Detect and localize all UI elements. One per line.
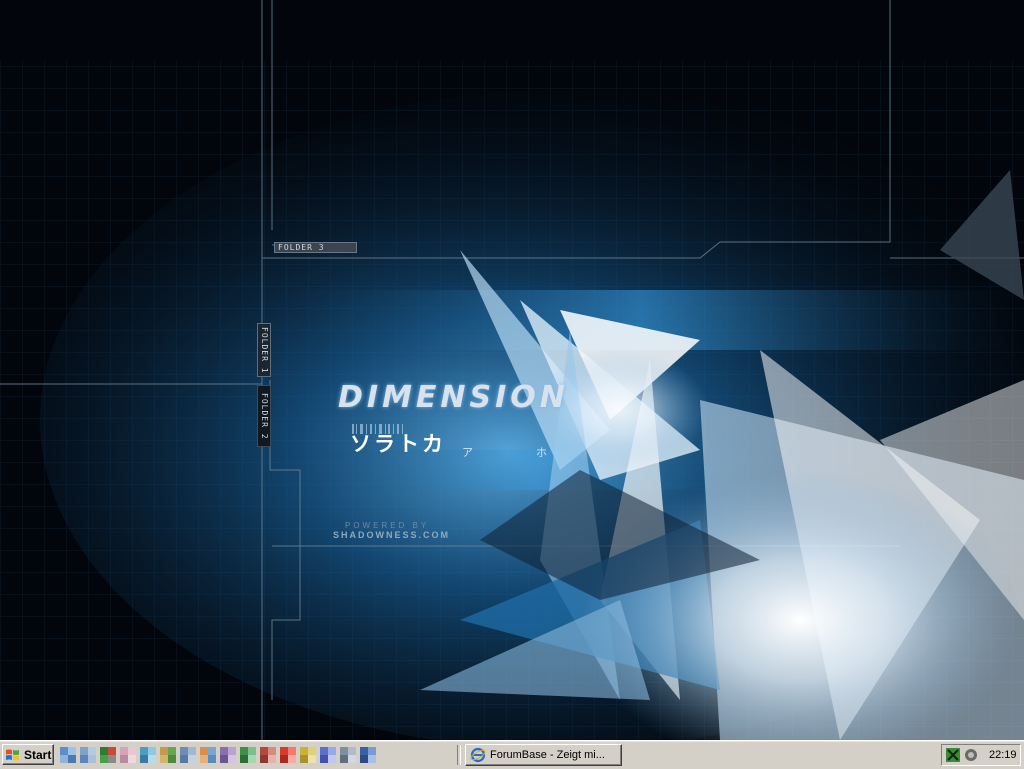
app-icon-12[interactable]: [280, 747, 296, 763]
wallpaper-katakana: ソラトカ: [350, 433, 446, 456]
app-icon-6[interactable]: [160, 747, 176, 763]
app-icon-16[interactable]: [360, 747, 376, 763]
ie-icon: [470, 747, 486, 763]
app-icon-5[interactable]: [140, 747, 156, 763]
wallpaper-folder-1-tab: FOLDER 1: [257, 323, 271, 377]
desktop: DIMENSION ソラトカ ア ホ POWERED BY SHADOWNESS…: [0, 0, 1024, 740]
wallpaper-site-url: SHADOWNESS.COM: [333, 530, 451, 540]
quick-launch-bar: [60, 746, 380, 764]
wallpaper-folder-2-tab: FOLDER 2: [257, 385, 271, 447]
start-button[interactable]: Start: [2, 744, 54, 765]
windows-logo-icon: [6, 749, 19, 760]
app-icon-7[interactable]: [180, 747, 196, 763]
network-tray-icon[interactable]: [945, 747, 961, 763]
app-icon-8[interactable]: [200, 747, 216, 763]
taskbar-divider: [457, 745, 461, 765]
wallpaper-folder-3-tab: FOLDER 3: [274, 242, 357, 253]
speaker-icon[interactable]: [963, 747, 979, 763]
ie-icon[interactable]: [60, 747, 76, 763]
wallpaper-powered-by: POWERED BY: [345, 521, 430, 530]
media-icon[interactable]: [120, 747, 136, 763]
task-button-forumbase[interactable]: ForumBase - Zeigt mi...: [465, 744, 622, 766]
wallpaper-brand-title: DIMENSION: [338, 380, 569, 415]
start-label: Start: [24, 747, 52, 762]
app-icon-11[interactable]: [260, 747, 276, 763]
msn-icon[interactable]: [100, 747, 116, 763]
app-icon-13[interactable]: [300, 747, 316, 763]
wallpaper-katakana-small: ア ホ: [462, 447, 578, 459]
app-icon-10[interactable]: [240, 747, 256, 763]
taskbar: Start ForumBase - Zeigt mi... 22:19: [0, 740, 1024, 769]
network-icon[interactable]: [80, 747, 96, 763]
wallpaper: [0, 0, 1024, 740]
app-icon-9[interactable]: [220, 747, 236, 763]
system-tray: 22:19: [941, 744, 1021, 766]
app-icon-15[interactable]: [340, 747, 356, 763]
task-button-label: ForumBase - Zeigt mi...: [490, 749, 605, 761]
clock[interactable]: 22:19: [989, 749, 1017, 761]
app-icon-14[interactable]: [320, 747, 336, 763]
